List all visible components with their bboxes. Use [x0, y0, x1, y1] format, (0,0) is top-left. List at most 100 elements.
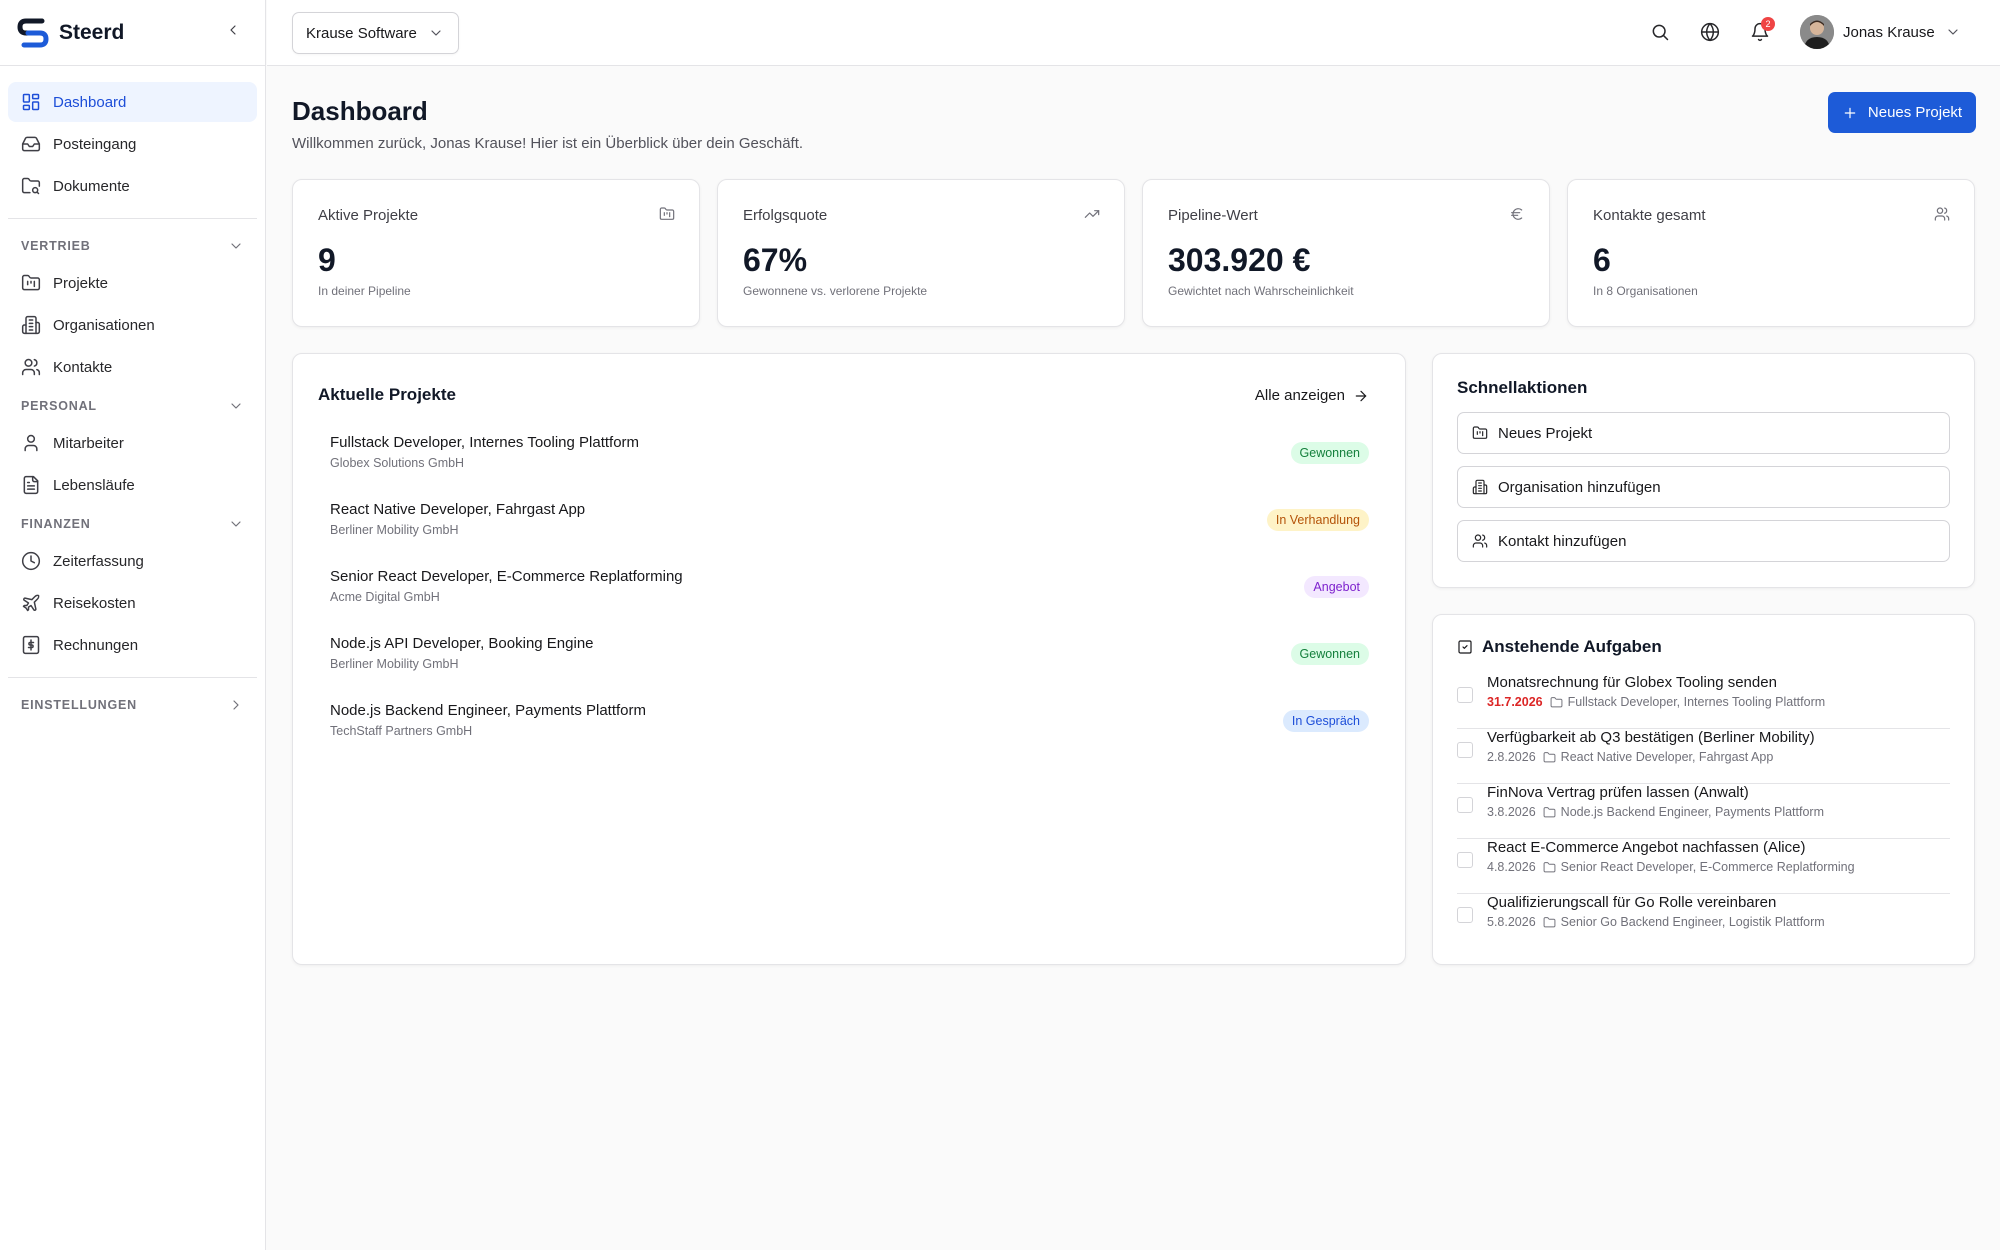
steerd-logo-icon — [16, 15, 50, 50]
project-organization: Acme Digital GmbH — [330, 590, 440, 604]
sidebar-item-rechnungen[interactable]: Rechnungen — [8, 625, 257, 665]
sidebar-item-zeiterfassung[interactable]: Zeiterfassung — [8, 541, 257, 581]
sidebar-item-organisationen[interactable]: Organisationen — [8, 305, 257, 345]
brand: Steerd — [0, 0, 265, 66]
project-name: Node.js Backend Engineer, Payments Platt… — [330, 702, 646, 719]
task-due-date: 31.7.2026 — [1487, 695, 1543, 709]
folder-icon — [1543, 806, 1556, 817]
sidebar-item-posteingang[interactable]: Posteingang — [8, 124, 257, 164]
search-icon — [1652, 24, 1669, 41]
stat-hint: Gewonnene vs. verlorene Projekte — [743, 284, 928, 298]
quick-action-add-contact-button[interactable]: Kontakt hinzufügen — [1457, 520, 1950, 562]
sidebar-item-label: Projekte — [53, 274, 109, 292]
new-project-button-label: Neues Projekt — [1867, 104, 1963, 121]
user-menu[interactable]: Jonas Krause — [1800, 15, 1961, 49]
project-row[interactable]: React Native Developer, Fahrgast App Ber… — [330, 501, 1369, 555]
show-all-projects-link[interactable]: Alle anzeigen — [1255, 387, 1369, 404]
stat-label: Pipeline-Wert — [1168, 207, 1258, 224]
sidebar-item-label: Reisekosten — [53, 594, 136, 612]
task-checkbox[interactable] — [1457, 797, 1473, 813]
quick-action-new-project-button[interactable]: Neues Projekt — [1457, 412, 1950, 454]
sidebar-group-label: VERTRIEB — [21, 239, 91, 253]
stat-label: Aktive Projekte — [318, 207, 419, 224]
stat-value: 303.920 € — [1168, 242, 1311, 278]
sidebar-item-reisekosten[interactable]: Reisekosten — [8, 583, 257, 623]
stat-value: 6 — [1593, 242, 1611, 278]
sidebar-item-label: Dashboard — [53, 93, 127, 111]
clock-icon — [21, 551, 41, 571]
task-meta: 5.8.2026 Senior Go Backend Engineer, Log… — [1487, 915, 1825, 929]
task-checkbox[interactable] — [1457, 907, 1473, 923]
project-row[interactable]: Senior React Developer, E-Commerce Repla… — [330, 568, 1369, 622]
stat-icon-wrap — [1084, 206, 1100, 222]
status-badge: Gewonnen — [1290, 643, 1369, 665]
status-badge: In Gespräch — [1282, 710, 1369, 732]
status-badge: Gewonnen — [1290, 442, 1369, 464]
layout-dashboard-icon — [22, 93, 40, 111]
users-icon — [21, 358, 41, 376]
stat-hint: In deiner Pipeline — [318, 284, 411, 298]
sidebar-item-projekte[interactable]: Projekte — [8, 263, 257, 303]
task-due-date: 4.8.2026 — [1487, 860, 1536, 874]
sidebar-group-label: FINANZEN — [21, 517, 91, 531]
sidebar-group-einstellungen[interactable]: EINSTELLUNGEN — [8, 688, 257, 722]
project-organization: Berliner Mobility GmbH — [330, 657, 459, 671]
show-all-label: Alle anzeigen — [1254, 387, 1345, 404]
sidebar-item-dashboard[interactable]: Dashboard — [8, 82, 257, 122]
stat-hint: Gewichtet nach Wahrscheinlichkeit — [1168, 284, 1354, 298]
task-project: React Native Developer, Fahrgast App — [1560, 750, 1774, 764]
organization-select[interactable]: Krause Software — [292, 12, 459, 54]
task-checkbox[interactable] — [1457, 742, 1473, 758]
organization-select-value: Krause Software — [306, 24, 417, 42]
task-title: Verfügbarkeit ab Q3 bestätigen (Berliner… — [1487, 729, 1815, 746]
task-project: Fullstack Developer, Internes Tooling Pl… — [1567, 695, 1826, 709]
plane-icon — [22, 594, 40, 612]
topbar: Krause Software — [267, 0, 2000, 66]
arrow-right-icon — [1355, 390, 1367, 401]
sidebar-item-label: Rechnungen — [53, 636, 139, 654]
project-organization: Berliner Mobility GmbH — [330, 523, 459, 537]
page-subtitle: Willkommen zurück, Jonas Krause! Hier is… — [292, 135, 804, 152]
recent-projects-card: Aktuelle Projekte Alle anzeigen Fullstac… — [292, 353, 1406, 965]
project-row[interactable]: Node.js API Developer, Booking Engine Be… — [330, 635, 1369, 689]
sidebar-item-label: Posteingang — [53, 135, 137, 153]
task-meta: 2.8.2026 React Native Developer, Fahrgas… — [1487, 750, 1773, 764]
task-title: FinNova Vertrag prüfen lassen (Anwalt) — [1487, 784, 1749, 801]
new-project-button[interactable]: Neues Projekt — [1828, 92, 1976, 133]
task-due-date: 2.8.2026 — [1487, 750, 1536, 764]
task-project: Senior React Developer, E-Commerce Repla… — [1560, 860, 1855, 874]
project-row[interactable]: Fullstack Developer, Internes Tooling Pl… — [330, 434, 1369, 488]
project-name: Senior React Developer, E-Commerce Repla… — [330, 568, 683, 585]
sidebar-group-finanzen[interactable]: FINANZEN — [8, 507, 257, 541]
quick-action-add-organization-button[interactable]: Organisation hinzufügen — [1457, 466, 1950, 508]
folder-kanban-icon — [659, 207, 675, 220]
sidebar-item-label: Zeiterfassung — [53, 552, 144, 570]
project-row[interactable]: Node.js Backend Engineer, Payments Platt… — [330, 702, 1369, 756]
task-item: Monatsrechnung für Globex Tooling senden… — [1457, 674, 1950, 729]
sidebar-item-mitarbeiter[interactable]: Mitarbeiter — [8, 423, 257, 463]
sidebar-item-lebenslaeufe[interactable]: Lebensläufe — [8, 465, 257, 505]
folder-kanban-icon — [1472, 426, 1488, 439]
sidebar-group-personal[interactable]: PERSONAL — [8, 389, 257, 423]
project-organization: TechStaff Partners GmbH — [330, 724, 473, 738]
task-meta: 31.7.2026 Fullstack Developer, Internes … — [1487, 695, 1825, 709]
folder-icon — [1543, 916, 1556, 927]
sidebar-item-kontakte[interactable]: Kontakte — [8, 347, 257, 387]
sidebar-item-label: Kontakte — [53, 358, 113, 376]
task-checkbox[interactable] — [1457, 687, 1473, 703]
language-button[interactable] — [1700, 22, 1720, 42]
sidebar-group-vertrieb[interactable]: VERTRIEB — [8, 229, 257, 263]
sidebar-item-dokumente[interactable]: Dokumente — [8, 166, 257, 206]
plus-icon — [1844, 107, 1856, 118]
euro-icon — [1511, 208, 1523, 220]
chevron-down-icon — [431, 30, 441, 36]
stat-card-active-projects: Aktive Projekte 9 In deiner Pipeline — [292, 179, 700, 327]
search-button[interactable] — [1650, 22, 1670, 42]
sidebar-item-label: Dokumente — [53, 177, 130, 195]
collapse-sidebar-button[interactable] — [225, 22, 241, 38]
project-organization: Globex Solutions GmbH — [330, 456, 465, 470]
sidebar-group-label: PERSONAL — [21, 399, 97, 413]
task-checkbox[interactable] — [1457, 852, 1473, 868]
chevron-down-icon — [231, 243, 241, 249]
upcoming-tasks-title: Anstehende Aufgaben — [1482, 637, 1662, 656]
